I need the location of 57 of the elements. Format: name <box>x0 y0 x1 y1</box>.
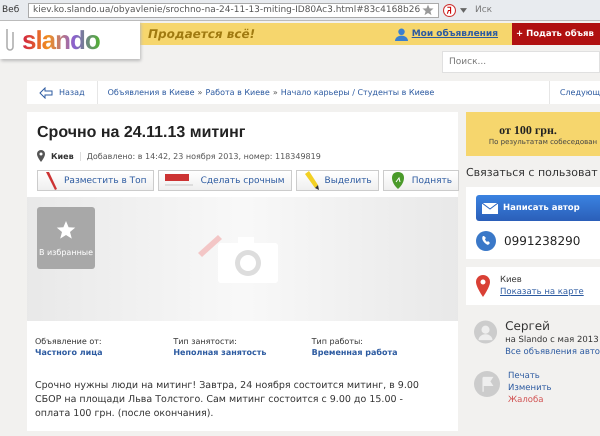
user-icon <box>394 28 408 40</box>
caret-icon[interactable] <box>460 8 467 12</box>
all-ads-link[interactable]: Все объявления авто <box>505 347 600 357</box>
marker-icon <box>302 170 319 190</box>
location-pin-icon <box>37 150 45 162</box>
flag-icon <box>474 371 500 397</box>
promote-button[interactable]: Поднять <box>382 170 460 191</box>
action-link[interactable]: Жалоба <box>508 395 552 405</box>
param-label: Тип работы: <box>312 337 364 346</box>
post-ad-button[interactable]: + Подать объяв <box>512 23 600 45</box>
param-value-link[interactable]: Частного лица <box>35 348 174 357</box>
pen-icon <box>44 170 58 190</box>
show-map-link[interactable]: Показать на карте <box>500 287 584 297</box>
address-bar[interactable]: kiev.ko.slando.ua/obyavlenie/srochno-na-24-11-13-miting-ID80Ac3.html#83c4168b26 <box>28 2 439 18</box>
breadcrumb-link[interactable]: Объявления в Киеве <box>108 88 195 97</box>
star-icon <box>56 220 76 240</box>
star-icon[interactable] <box>422 4 434 16</box>
search-engine-icon[interactable] <box>443 4 456 16</box>
back-arrow-icon <box>39 86 53 98</box>
added-info: Добавлено: в 14:42, 23 ноября 2013, номер: 118349819 <box>86 152 321 160</box>
tag-icon <box>164 172 195 188</box>
location-city: Киев <box>500 275 523 285</box>
leaf-icon <box>390 172 406 190</box>
action-link[interactable]: Печать <box>508 371 552 381</box>
my-ads-link[interactable]: Мои объявления <box>412 29 498 39</box>
param-value-link[interactable]: Временная работа <box>312 348 450 357</box>
promote-button[interactable]: Выделить <box>296 170 379 191</box>
search-engine-field[interactable]: Иск <box>475 5 492 15</box>
breadcrumb-link[interactable]: Начало карьеры / Студенты в Киеве <box>280 88 434 97</box>
phone-number: 0991238290 <box>504 234 580 248</box>
avatar-icon <box>474 319 498 345</box>
promote-button[interactable]: Разместить в Топ <box>37 170 154 191</box>
slogan: Продается всё! <box>148 27 256 41</box>
browser-tab[interactable]: Веб <box>2 5 24 15</box>
param-label: Тип занятости: <box>173 337 238 346</box>
map-pin-icon <box>476 275 490 297</box>
next-link[interactable]: Следующ <box>548 81 600 104</box>
city-link[interactable]: Киев <box>51 152 81 160</box>
separator: » <box>272 88 278 97</box>
ad-title: Срочно на 24.11.13 митинг <box>37 124 246 142</box>
price: от 100 грн. <box>499 122 557 138</box>
contact-heading: Связаться с пользоват <box>466 166 599 179</box>
search-field[interactable]: Поиск... <box>442 51 600 73</box>
back-link[interactable]: Назад <box>27 81 98 104</box>
paperclip-icon <box>4 27 16 53</box>
phone-icon <box>476 231 496 251</box>
param-value-link[interactable]: Неполная занятость <box>173 348 312 357</box>
write-author-button[interactable]: Написать автор <box>476 195 600 221</box>
breadcrumb-link[interactable]: Работа в Киеве <box>205 88 270 97</box>
separator: » <box>198 88 202 97</box>
action-link[interactable]: Изменить <box>508 383 552 393</box>
promote-button[interactable]: Сделать срочным <box>158 170 292 191</box>
envelope-icon <box>482 202 498 214</box>
member-since: на Slando с мая 2013 <box>505 335 600 345</box>
user-name: Сергей <box>505 319 551 333</box>
ad-description: Срочно нужны люди на митинг! Завтра, 24 ноября состоится митинг, в 9.00 СБОР на площади Льва Толстого. Сам митинг состоится с 9.00 до 15.00 - оплата 100 грн. (после окончания). <box>35 379 420 421</box>
param-label: Объявление от: <box>35 337 103 346</box>
